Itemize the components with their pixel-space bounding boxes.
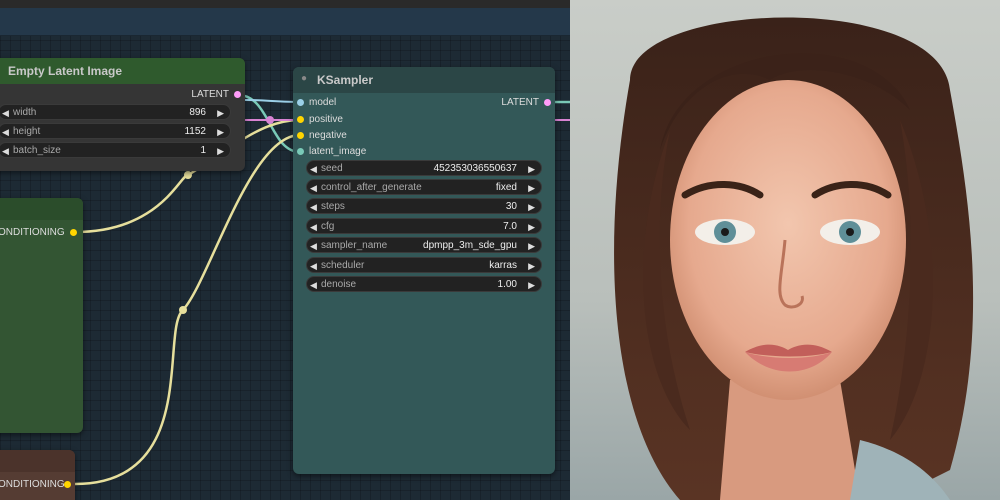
conditioning-node-green[interactable]: ONDITIONING bbox=[0, 198, 83, 433]
batch-size-decrement-icon[interactable]: ◀ bbox=[2, 143, 9, 159]
latent-image-input-label: latent_image bbox=[309, 146, 367, 157]
height-label: height bbox=[13, 126, 41, 137]
positive-input[interactable]: positive bbox=[309, 112, 343, 128]
latent-image-input-dot[interactable] bbox=[297, 148, 304, 155]
sampler-name-prev-icon[interactable]: ◀ bbox=[310, 238, 317, 254]
scheduler-prev-icon[interactable]: ◀ bbox=[310, 258, 317, 274]
height-increment-icon[interactable]: ▶ bbox=[217, 124, 224, 140]
steps-label: steps bbox=[321, 201, 345, 212]
right-pupil bbox=[846, 228, 854, 236]
seed-label: seed bbox=[321, 163, 343, 174]
width-widget[interactable]: ◀ width 896 ▶ bbox=[0, 104, 231, 120]
denoise-value[interactable]: 1.00 bbox=[498, 277, 517, 293]
ksampler-output-dot[interactable] bbox=[544, 99, 551, 106]
sampler-name-label: sampler_name bbox=[321, 240, 388, 251]
negative-input-dot[interactable] bbox=[297, 132, 304, 139]
height-decrement-icon[interactable]: ◀ bbox=[2, 124, 9, 140]
empty-latent-title-text: Empty Latent Image bbox=[8, 64, 123, 78]
control-after-generate-next-icon[interactable]: ▶ bbox=[528, 180, 535, 196]
ksampler-output[interactable]: LATENT bbox=[501, 95, 539, 111]
conditioning-green-title-bar[interactable] bbox=[0, 198, 83, 220]
empty-latent-title[interactable]: Empty Latent Image bbox=[0, 58, 245, 84]
seed-value[interactable]: 452353036550637 bbox=[434, 161, 517, 177]
empty-latent-output-label: LATENT bbox=[191, 89, 229, 100]
wire-conditioning-to-negative bbox=[74, 173, 189, 234]
negative-input[interactable]: negative bbox=[309, 128, 347, 144]
denoise-increment-icon[interactable]: ▶ bbox=[528, 277, 535, 293]
scheduler-next-icon[interactable]: ▶ bbox=[528, 258, 535, 274]
control-after-generate-label: control_after_generate bbox=[321, 182, 422, 193]
portrait-illustration bbox=[614, 17, 974, 500]
conditioning-brown-title-bar[interactable] bbox=[0, 450, 75, 472]
control-after-generate-value[interactable]: fixed bbox=[496, 180, 517, 196]
width-increment-icon[interactable]: ▶ bbox=[217, 105, 224, 121]
width-label: width bbox=[13, 107, 37, 118]
width-value[interactable]: 896 bbox=[189, 105, 206, 121]
steps-increment-icon[interactable]: ▶ bbox=[528, 199, 535, 215]
cfg-increment-icon[interactable]: ▶ bbox=[528, 219, 535, 235]
steps-widget[interactable]: ◀ steps 30 ▶ bbox=[306, 198, 542, 214]
denoise-widget[interactable]: ◀ denoise 1.00 ▶ bbox=[306, 276, 542, 292]
generated-image-preview bbox=[570, 0, 1000, 500]
seed-decrement-icon[interactable]: ◀ bbox=[310, 161, 317, 177]
scheduler-label: scheduler bbox=[321, 260, 365, 271]
model-input[interactable]: model bbox=[309, 95, 336, 111]
batch-size-increment-icon[interactable]: ▶ bbox=[217, 143, 224, 159]
ksampler-title-text: KSampler bbox=[317, 73, 374, 87]
steps-decrement-icon[interactable]: ◀ bbox=[310, 199, 317, 215]
conditioning-brown-output-dot[interactable] bbox=[64, 481, 71, 488]
latent-image-input[interactable]: latent_image bbox=[309, 144, 366, 160]
ksampler-output-label: LATENT bbox=[501, 97, 539, 108]
reroute-dot-3 bbox=[266, 116, 274, 124]
steps-value[interactable]: 30 bbox=[506, 199, 517, 215]
cfg-value[interactable]: 7.0 bbox=[503, 219, 517, 235]
conditioning-brown-output-label: ONDITIONING bbox=[0, 479, 65, 490]
control-after-generate-widget[interactable]: ◀ control_after_generate fixed ▶ bbox=[306, 179, 542, 195]
height-value[interactable]: 1152 bbox=[184, 124, 206, 140]
positive-input-label: positive bbox=[309, 114, 343, 125]
empty-latent-output-dot[interactable] bbox=[234, 91, 241, 98]
ksampler-title[interactable]: KSampler bbox=[293, 67, 555, 93]
sampler-name-widget[interactable]: ◀ sampler_name dpmpp_3m_sde_gpu ▶ bbox=[306, 237, 542, 253]
node-graph-canvas[interactable]: Empty Latent Image LATENT ◀ width 896 ▶ … bbox=[0, 0, 570, 500]
batch-size-label: batch_size bbox=[13, 145, 61, 156]
ksampler-node[interactable]: KSampler ● model positive negative laten… bbox=[293, 67, 555, 474]
empty-latent-image-node[interactable]: Empty Latent Image LATENT ◀ width 896 ▶ … bbox=[0, 58, 245, 171]
wire-conditioning-to-positive bbox=[74, 133, 301, 486]
denoise-label: denoise bbox=[321, 279, 357, 290]
seed-increment-icon[interactable]: ▶ bbox=[528, 161, 535, 177]
control-after-generate-prev-icon[interactable]: ◀ bbox=[310, 180, 317, 196]
cfg-decrement-icon[interactable]: ◀ bbox=[310, 219, 317, 235]
model-input-dot[interactable] bbox=[297, 99, 304, 106]
conditioning-brown-output[interactable]: ONDITIONING bbox=[0, 477, 65, 493]
model-input-label: model bbox=[309, 97, 337, 108]
empty-latent-output[interactable]: LATENT bbox=[191, 87, 229, 103]
sampler-name-value[interactable]: dpmpp_3m_sde_gpu bbox=[423, 238, 517, 254]
sampler-name-next-icon[interactable]: ▶ bbox=[528, 238, 535, 254]
conditioning-green-output-label: ONDITIONING bbox=[0, 227, 65, 238]
reroute-dot-1 bbox=[184, 171, 192, 179]
seed-widget[interactable]: ◀ seed 452353036550637 ▶ bbox=[306, 160, 542, 176]
conditioning-green-output[interactable]: ONDITIONING bbox=[0, 225, 65, 241]
reroute-dot-2 bbox=[179, 306, 187, 314]
width-decrement-icon[interactable]: ◀ bbox=[2, 105, 9, 121]
cfg-widget[interactable]: ◀ cfg 7.0 ▶ bbox=[306, 218, 542, 234]
batch-size-widget[interactable]: ◀ batch_size 1 ▶ bbox=[0, 142, 231, 158]
left-pupil bbox=[721, 228, 729, 236]
scheduler-value[interactable]: karras bbox=[489, 258, 517, 274]
batch-size-value[interactable]: 1 bbox=[200, 143, 206, 159]
scheduler-widget[interactable]: ◀ scheduler karras ▶ bbox=[306, 257, 542, 273]
conditioning-node-brown[interactable]: ONDITIONING bbox=[0, 450, 75, 500]
negative-input-label: negative bbox=[309, 130, 347, 141]
height-widget[interactable]: ◀ height 1152 ▶ bbox=[0, 123, 231, 139]
conditioning-green-output-dot[interactable] bbox=[70, 229, 77, 236]
positive-input-dot[interactable] bbox=[297, 116, 304, 123]
node-state-icon[interactable]: ● bbox=[301, 73, 307, 84]
denoise-decrement-icon[interactable]: ◀ bbox=[310, 277, 317, 293]
cfg-label: cfg bbox=[321, 221, 335, 232]
